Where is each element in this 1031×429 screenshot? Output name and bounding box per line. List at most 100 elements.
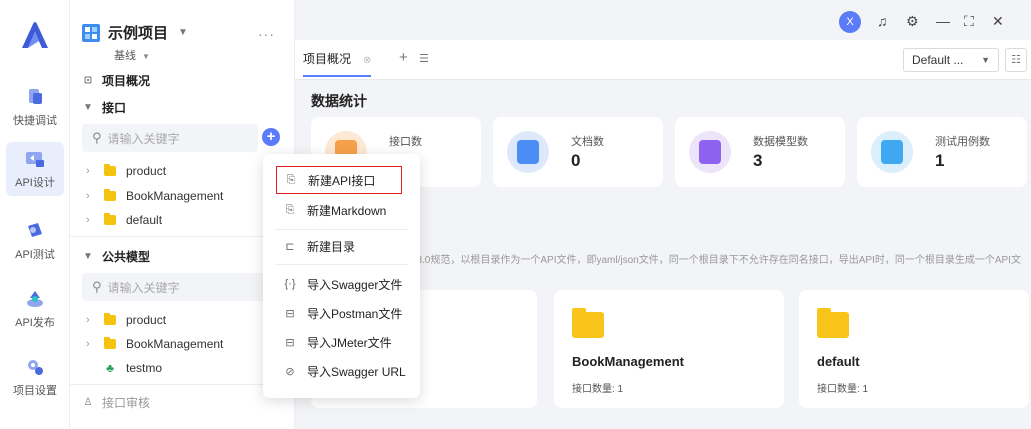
rail-item-api-publish[interactable]: API发布 [0,288,70,330]
nav-label: 接口 [102,101,127,115]
nav-project-overview[interactable]: ⊡ 项目概况 [82,72,150,89]
branch-selector[interactable]: 基线 ▼ [114,47,150,63]
tree-item-product[interactable]: › product [86,164,166,178]
model-item-testmo[interactable]: ♣ testmo [104,361,162,375]
chevron-down-icon: ▼ [178,27,188,38]
add-button[interactable]: + [262,128,280,146]
model-item-bookmanagement[interactable]: › BookManagement [86,337,223,351]
tab-list-icon[interactable]: ☰ [419,52,429,65]
tab-label: 项目概况 [303,52,352,66]
close-icon[interactable]: ✕ [992,13,1004,30]
left-rail: 快捷调试 API设计 API测试 API发布 项目设置 [0,0,70,429]
model-search-input[interactable]: ⚲ 请输入关键字 [82,273,280,301]
add-dropdown-menu: ⎘ 新建API接口 ⎘ 新建Markdown ⊏ 新建目录 {·} 导入Swag… [263,154,420,398]
api-publish-icon [27,291,43,307]
nav-interfaces[interactable]: ▼ 接口 [82,99,126,116]
stat-value: 0 [571,151,581,170]
menu-item-import-jmeter[interactable]: ⊟ 导入JMeter文件 [263,328,420,356]
tab-project-overview[interactable]: 项目概况 ⊗ [303,50,372,77]
stat-card-documents: 文档数 0 [493,117,663,187]
environment-settings-button[interactable]: ☷ [1005,48,1027,72]
tree-label: testmo [126,361,163,375]
branch-label: 基线 [114,50,136,62]
chevron-right-icon: › [86,314,90,326]
section-title: 数据统计 [311,93,367,109]
stat-label: 数据模型数 [753,136,808,148]
menu-item-new-api[interactable]: ⎘ 新建API接口 [276,166,402,194]
tree-item-bookmanagement[interactable]: › BookManagement [86,189,223,203]
folder-title: default [817,354,860,369]
menu-divider [275,229,408,230]
user-avatar[interactable]: X [839,11,861,33]
more-icon[interactable]: ··· [258,26,275,42]
add-tab-icon[interactable]: + [399,49,408,66]
maximize-icon[interactable]: ⛶ [964,13,974,30]
nav-public-models[interactable]: ▼ 公共模型 [82,248,150,265]
rail-label: 项目设置 [13,385,57,397]
menu-item-new-markdown[interactable]: ⎘ 新建Markdown [263,196,420,224]
nav-interface-review[interactable]: ♙ 接口审核 [82,394,151,411]
menu-item-import-swagger[interactable]: {·} 导入Swagger文件 [263,270,420,298]
import-url-icon: ⊘ [285,365,295,378]
folder-count: 接口数量: 1 [817,384,869,395]
folder-icon [817,308,849,338]
chevron-right-icon: › [86,190,90,202]
search-placeholder: 请输入关键字 [107,280,180,295]
menu-label: 导入Swagger URL [307,364,406,379]
menu-label: 导入Postman文件 [307,306,403,321]
model-item-product[interactable]: › product [86,313,166,327]
folder-card-bookmanagement[interactable]: BookManagement 接口数量: 1 [554,290,784,408]
tree-label: product [126,313,167,327]
chevron-down-icon: ▼ [83,251,93,262]
rail-label: API发布 [15,317,55,329]
gear-icon[interactable]: ⚙ [906,13,919,30]
tree-item-default[interactable]: › default [86,213,162,227]
rail-item-api-design[interactable]: API设计 [6,142,64,196]
stat-label: 文档数 [571,136,604,148]
bell-icon[interactable]: ♫ [877,13,888,29]
minimize-icon[interactable]: — [936,13,950,29]
environment-select[interactable]: Default ... ▼ [903,48,999,72]
search-placeholder: 请输入关键字 [107,131,180,146]
chevron-down-icon: ▼ [142,52,150,61]
menu-item-import-swagger-url[interactable]: ⊘ 导入Swagger URL [263,357,420,385]
chevron-right-icon: › [86,338,90,350]
rail-item-project-settings[interactable]: 项目设置 [0,356,70,398]
new-folder-icon: ⊏ [285,240,295,253]
menu-item-new-folder[interactable]: ⊏ 新建目录 [263,232,420,260]
model-count-icon [689,131,731,173]
search-icon: ⚲ [92,279,102,294]
import-swagger-icon: {·} [284,278,296,290]
menu-label: 新建API接口 [308,173,376,188]
api-design-icon [26,152,44,167]
rail-item-api-test[interactable]: API测试 [0,220,70,262]
folder-card-default[interactable]: default 接口数量: 1 [799,290,1029,408]
project-panel: 示例项目 ▼ ··· 基线 ▼ ⊡ 项目概况 ▼ 接口 ⚲ 请输入关键字 + › … [70,0,295,429]
import-postman-icon: ⊟ [285,307,295,320]
menu-label: 新建Markdown [307,203,387,218]
menu-label: 新建目录 [307,239,356,254]
menu-label: 导入Swagger文件 [307,277,403,292]
project-selector[interactable]: 示例项目 ▼ [82,22,188,43]
nav-label: 项目概况 [102,74,151,88]
project-settings-icon [28,360,43,375]
project-name: 示例项目 [108,25,169,42]
menu-item-import-postman[interactable]: ⊟ 导入Postman文件 [263,299,420,327]
folder-icon [104,164,116,176]
interface-search-input[interactable]: ⚲ 请输入关键字 [82,124,258,152]
rail-label: API设计 [15,177,55,189]
stat-card-models: 数据模型数 3 [675,117,845,187]
tree-label: default [126,213,163,227]
folder-icon [572,308,604,338]
menu-label: 导入JMeter文件 [307,335,392,350]
tree-label: product [126,164,167,178]
chevron-right-icon: › [86,165,90,177]
doc-count-icon [507,131,549,173]
folder-icon [104,189,116,201]
rail-item-quick-debug[interactable]: 快捷调试 [0,86,70,128]
folder-icon [104,213,116,225]
chevron-down-icon: ▼ [83,102,93,113]
close-tab-icon[interactable]: ⊗ [363,55,371,66]
review-icon: ♙ [83,397,93,408]
overview-icon: ⊡ [83,75,93,86]
